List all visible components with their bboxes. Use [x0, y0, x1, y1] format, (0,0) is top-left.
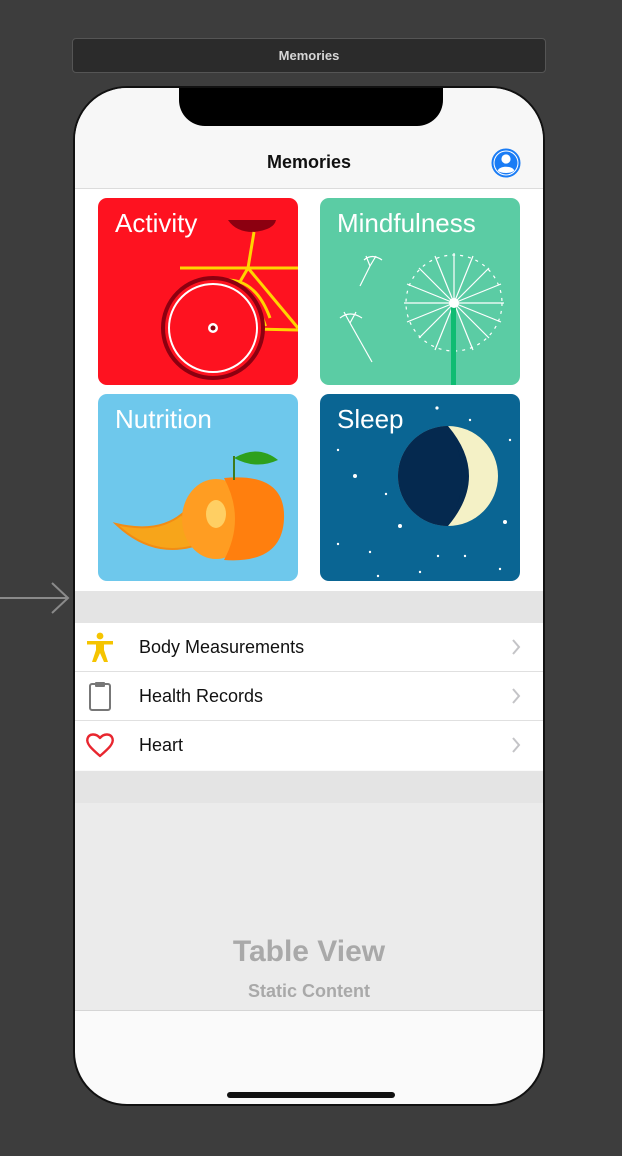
row-body-measurements[interactable]: Body Measurements — [75, 623, 543, 672]
placeholder-subtitle: Static Content — [247, 981, 370, 1001]
row-label: Heart — [139, 735, 184, 755]
heart-icon — [86, 733, 114, 758]
row-heart[interactable]: Heart — [75, 721, 543, 770]
person-circle-icon[interactable] — [491, 148, 521, 178]
row-label: Health Records — [139, 685, 264, 706]
nav-title: Memories — [266, 152, 352, 172]
memories-grid: Activity Mindfulness Nutrition Sleep — [75, 189, 543, 591]
mindfulness-tile[interactable]: Mindfulness — [320, 198, 520, 385]
body-figure-icon — [87, 632, 113, 662]
scene-title-bar[interactable]: Memories — [72, 38, 546, 73]
table-view-placeholder: Table View Static Content — [75, 803, 543, 1011]
row-health-records[interactable]: Health Records — [75, 672, 543, 721]
tile-label-nutrition: Nutrition — [115, 404, 212, 434]
section-separator — [75, 771, 543, 803]
iphone-frame: Memories Activity Mindfulness Nutrition … — [73, 86, 545, 1106]
scene-title: Memories — [278, 48, 340, 63]
placeholder-title: Table View — [232, 935, 386, 968]
sleep-tile[interactable]: Sleep — [320, 394, 520, 581]
clipboard-icon — [89, 682, 111, 711]
row-label: Body Measurements — [139, 636, 305, 657]
activity-tile[interactable]: Activity — [98, 198, 298, 385]
home-indicator[interactable] — [227, 1092, 395, 1098]
tile-label-activity: Activity — [115, 208, 198, 238]
chevron-right-icon — [512, 737, 521, 753]
health-categories-list: Body Measurements Health Records Heart — [75, 623, 543, 770]
chevron-right-icon — [512, 639, 521, 655]
device-notch — [179, 88, 443, 126]
tile-label-mindfulness: Mindfulness — [337, 208, 476, 238]
section-separator — [75, 591, 543, 623]
chevron-right-icon — [512, 688, 521, 704]
entry-point-arrow-icon — [0, 582, 70, 614]
tile-label-sleep: Sleep — [337, 404, 404, 434]
nutrition-tile[interactable]: Nutrition — [98, 394, 298, 581]
